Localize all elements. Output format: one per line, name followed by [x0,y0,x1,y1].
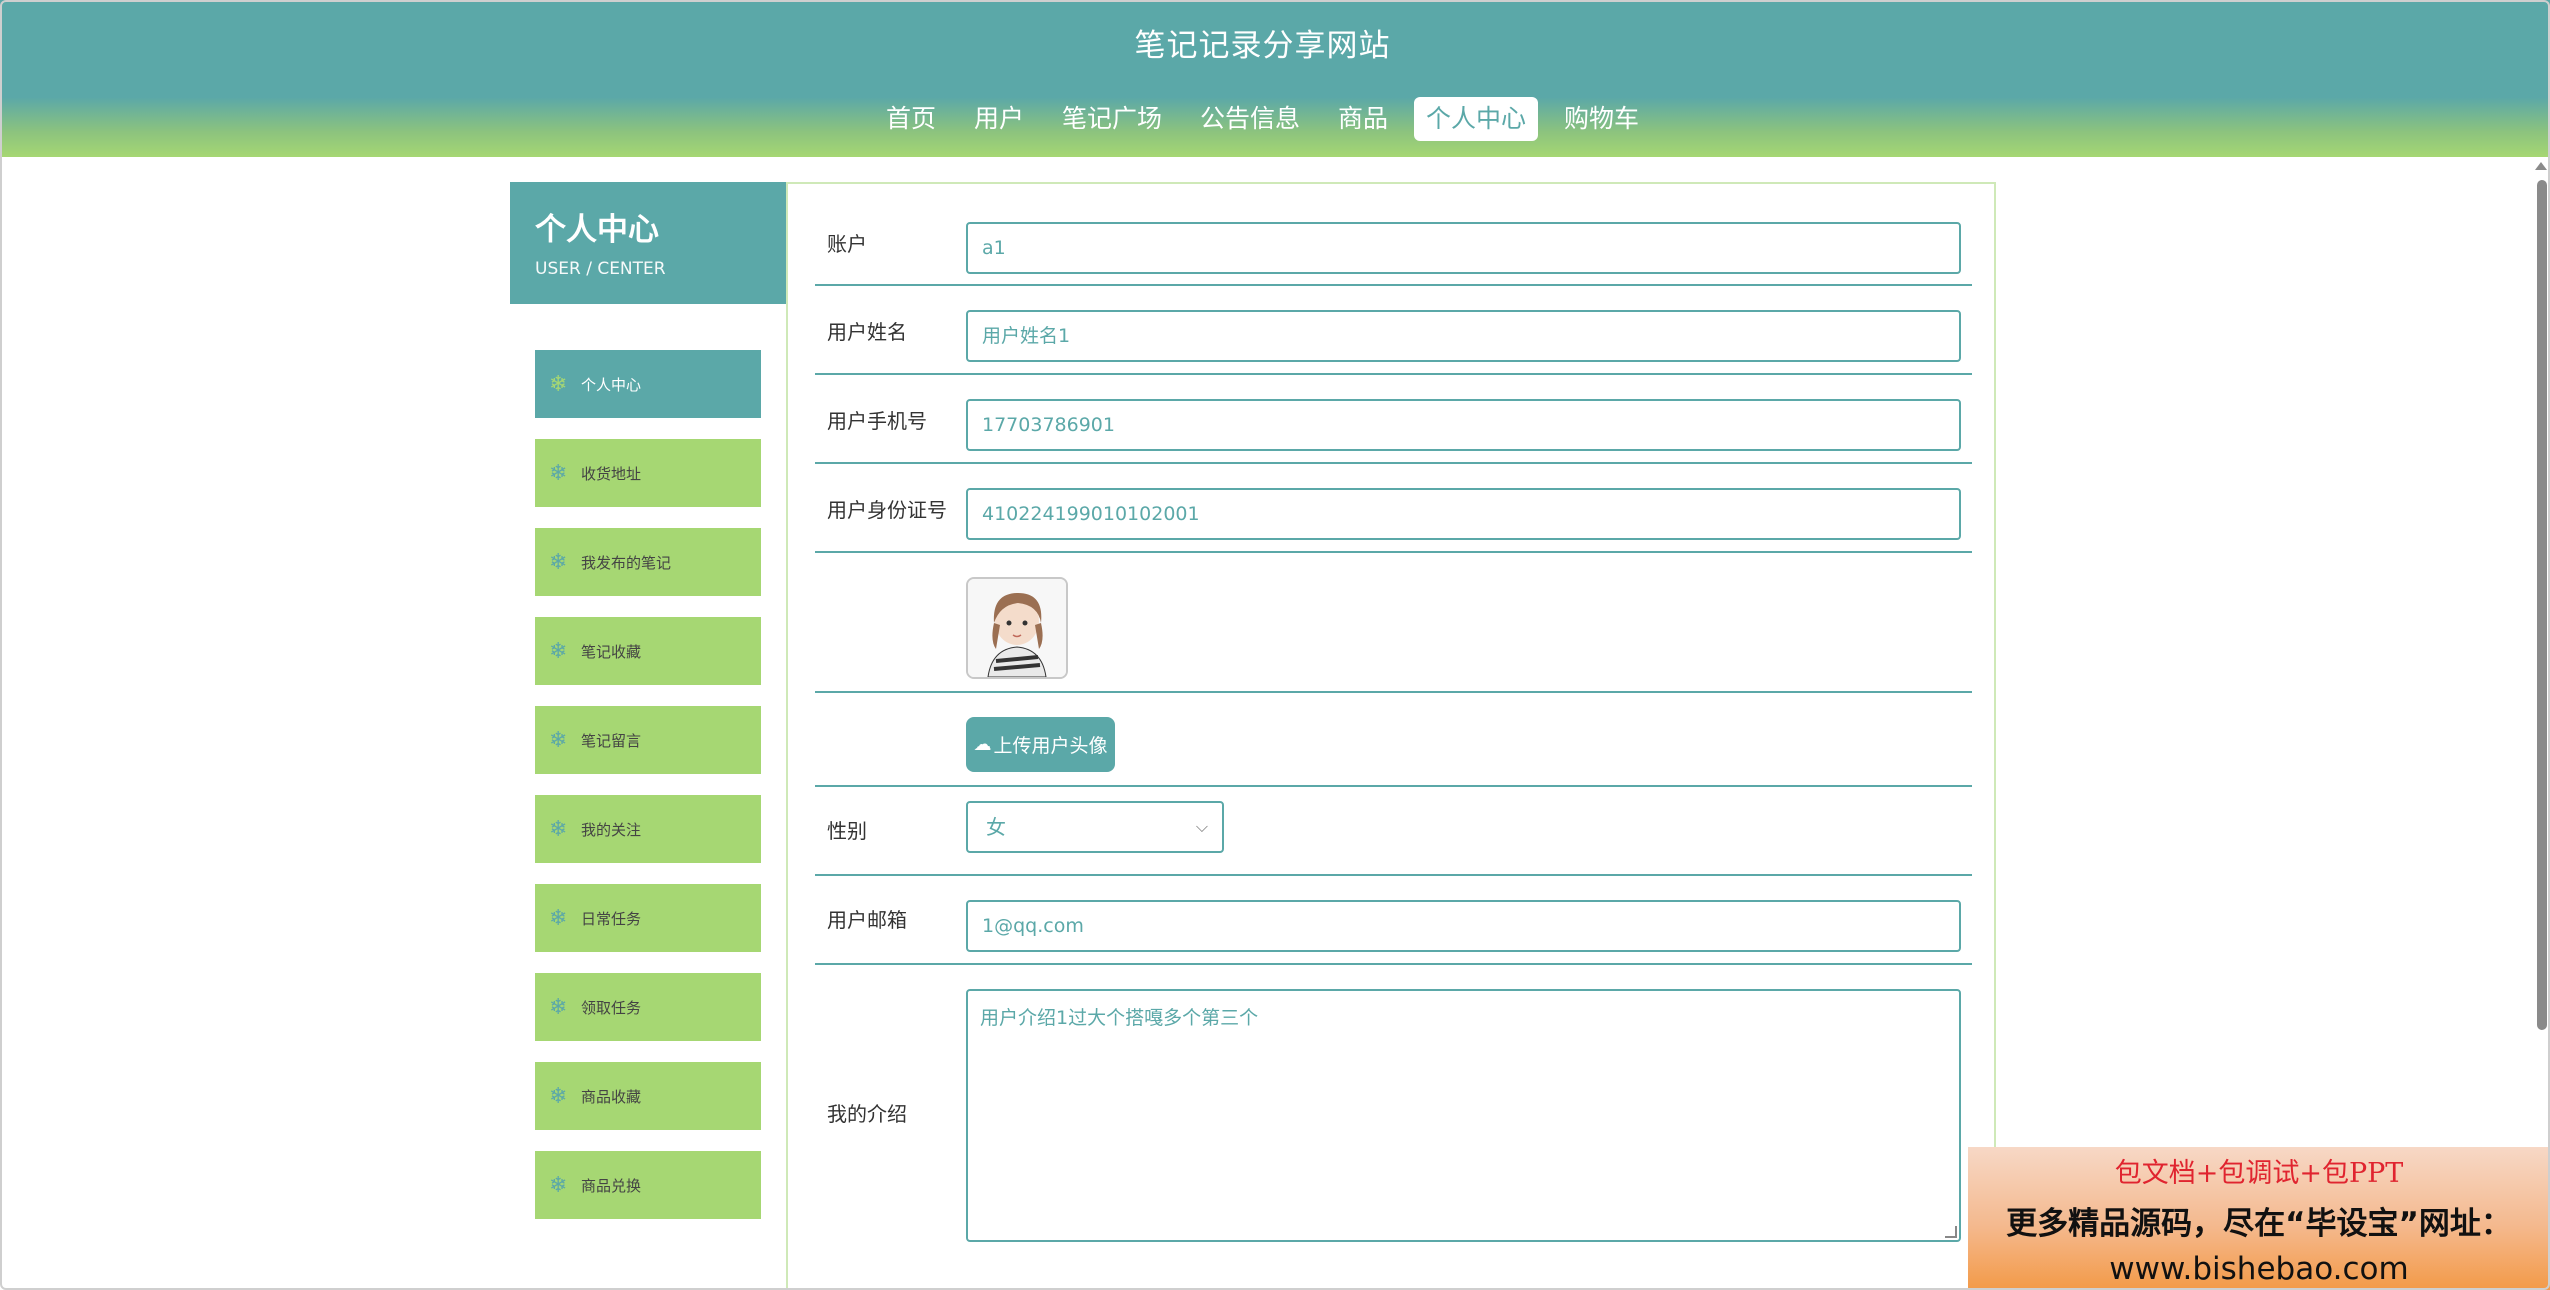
email-field[interactable]: 1@qq.com [966,900,1961,952]
sidebar-item-label: 商品兑换 [581,1176,642,1195]
sidebar-item-label: 领取任务 [581,998,642,1017]
account-label: 账户 [827,232,867,256]
sidebar-item-my-notes[interactable]: ❄ 我发布的笔记 [535,528,761,596]
intro-label: 我的介绍 [827,1102,907,1126]
sidebar-title: 个人中心 [535,212,659,248]
nav-products[interactable]: 商品 [1326,97,1400,141]
intro-row: 我的介绍 用户介绍1过大个搭嘎多个第三个 [815,965,1972,1290]
sidebar-item-label: 日常任务 [581,909,642,928]
sidebar-item-product-exchange[interactable]: ❄ 商品兑换 [535,1151,761,1219]
snowflake-icon: ❄ [549,994,568,1020]
promo-line-1: 包文档+包调试+包PPT [2114,1158,2404,1189]
sidebar-item-label: 个人中心 [581,375,642,394]
sidebar-item-daily-tasks[interactable]: ❄ 日常任务 [535,884,761,952]
snowflake-icon: ❄ [549,816,568,842]
idcard-label: 用户身份证号 [827,498,947,522]
email-row: 用户邮箱 1@qq.com [815,876,1972,965]
intro-text: 用户介绍1过大个搭嘎多个第三个 [980,1007,1259,1029]
sidebar-item-following[interactable]: ❄ 我的关注 [535,795,761,863]
phone-row: 用户手机号 17703786901 [815,375,1972,464]
cloud-upload-icon: ☁ [973,734,992,755]
profile-form-panel: 账户 a1 用户姓名 用户姓名1 用户手机号 17703786901 用户身份证… [786,182,1996,1290]
sidebar-item-product-favorites[interactable]: ❄ 商品收藏 [535,1062,761,1130]
chevron-down-icon: ⌵ [1195,817,1208,836]
upload-avatar-label: 上传用户头像 [993,735,1108,757]
upload-avatar-button[interactable]: ☁ 上传用户头像 [966,717,1115,772]
idcard-field[interactable]: 410224199010102001 [966,488,1961,540]
name-field[interactable]: 用户姓名1 [966,310,1961,362]
nav-user-center[interactable]: 个人中心 [1414,97,1539,141]
account-row: 账户 a1 [815,184,1972,286]
snowflake-icon: ❄ [549,1172,568,1198]
sidebar-item-user-center[interactable]: ❄ 个人中心 [535,350,761,418]
snowflake-icon: ❄ [549,638,568,664]
sidebar-item-label: 收货地址 [581,464,642,483]
promo-banner: 包文档+包调试+包PPT 更多精品源码，尽在“毕设宝”网址： www.bishe… [1968,1147,2550,1290]
sidebar-item-address[interactable]: ❄ 收货地址 [535,439,761,507]
sidebar-item-label: 商品收藏 [581,1087,642,1106]
sidebar-menu: ❄ 个人中心 ❄ 收货地址 ❄ 我发布的笔记 ❄ 笔记收藏 ❄ 笔记留言 ❄ 我… [535,350,761,1240]
gender-selected-value: 女 [986,815,1006,839]
promo-line-3: www.bishebao.com [2109,1251,2409,1287]
snowflake-icon: ❄ [549,371,568,397]
nav-home[interactable]: 首页 [874,97,948,141]
snowflake-icon: ❄ [549,1083,568,1109]
scroll-up-arrow-icon[interactable] [2535,162,2547,170]
nav-users[interactable]: 用户 [962,97,1036,141]
sidebar-item-label: 笔记留言 [581,731,642,750]
name-label: 用户姓名 [827,320,907,344]
idcard-row: 用户身份证号 410224199010102001 [815,464,1972,553]
snowflake-icon: ❄ [549,727,568,753]
sidebar-item-label: 我发布的笔记 [581,553,672,572]
sidebar-header: 个人中心 USER / CENTER [510,182,786,304]
avatar-row [815,553,1972,693]
sidebar-item-label: 我的关注 [581,820,642,839]
snowflake-icon: ❄ [549,549,568,575]
page-scrollbar[interactable] [2537,180,2547,1030]
intro-textarea[interactable]: 用户介绍1过大个搭嘎多个第三个 [966,989,1961,1242]
resize-grip-icon[interactable] [1945,1226,1957,1238]
phone-field[interactable]: 17703786901 [966,399,1961,451]
nav-cart[interactable]: 购物车 [1552,97,1651,141]
account-field[interactable]: a1 [966,222,1961,274]
email-label: 用户邮箱 [827,908,907,932]
gender-row: 性别 女 ⌵ [815,787,1972,876]
sidebar-item-label: 笔记收藏 [581,642,642,661]
snowflake-icon: ❄ [549,905,568,931]
nav-note-square[interactable]: 笔记广场 [1050,97,1174,141]
site-title: 笔记记录分享网站 [1134,28,1391,64]
name-row: 用户姓名 用户姓名1 [815,286,1972,375]
site-header: 笔记记录分享网站 首页 用户 笔记广场 公告信息 商品 个人中心 购物车 [0,0,2550,157]
sidebar-item-note-comments[interactable]: ❄ 笔记留言 [535,706,761,774]
nav-announcements[interactable]: 公告信息 [1188,97,1312,141]
sidebar-subtitle: USER / CENTER [535,259,666,279]
sidebar-item-note-favorites[interactable]: ❄ 笔记收藏 [535,617,761,685]
gender-label: 性别 [827,819,867,843]
sidebar-item-claim-tasks[interactable]: ❄ 领取任务 [535,973,761,1041]
gender-select[interactable]: 女 ⌵ [966,801,1224,853]
main-nav: 首页 用户 笔记广场 公告信息 商品 个人中心 购物车 [0,97,2525,141]
phone-label: 用户手机号 [827,409,927,433]
upload-row: ☁ 上传用户头像 [815,693,1972,787]
user-avatar [966,577,1068,679]
snowflake-icon: ❄ [549,460,568,486]
promo-line-2: 更多精品源码，尽在“毕设宝”网址： [2006,1206,2512,1242]
